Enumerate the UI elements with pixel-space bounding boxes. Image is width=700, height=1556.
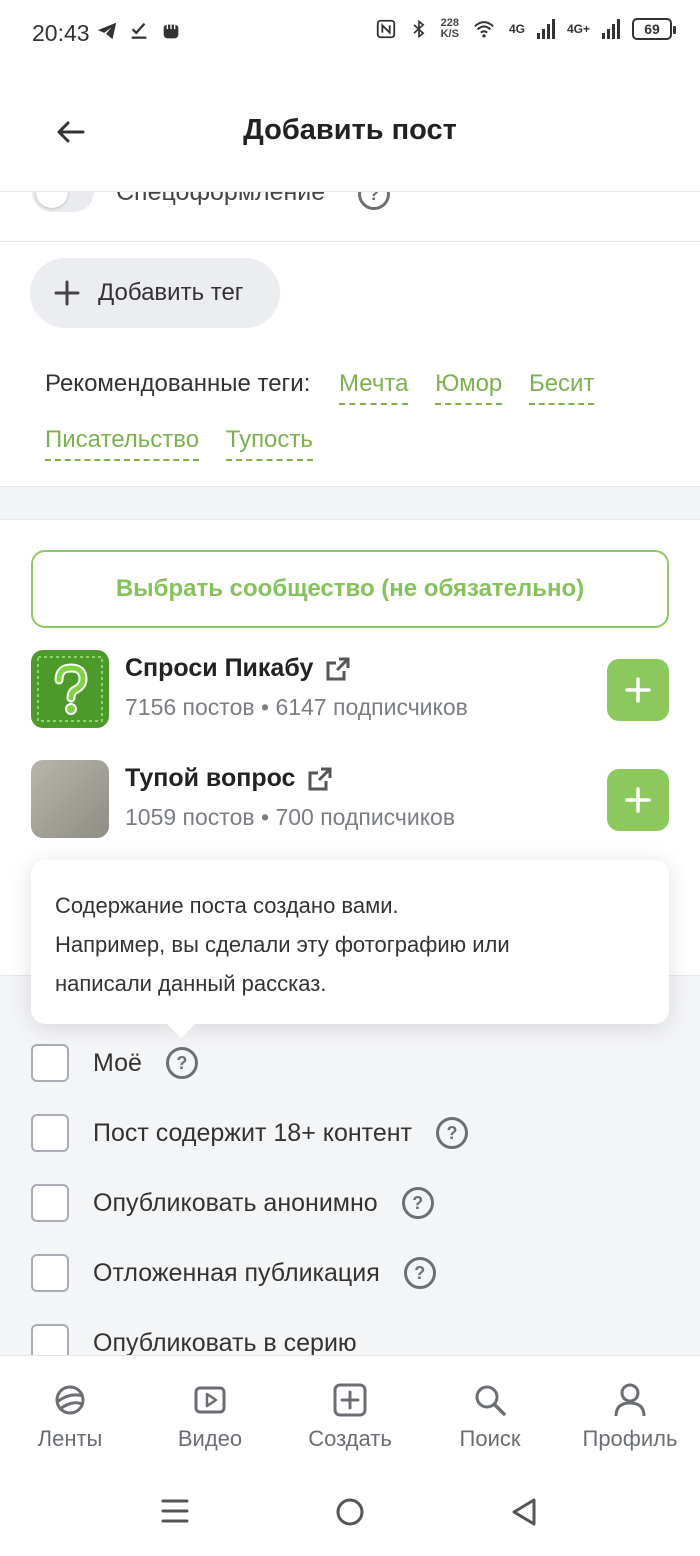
option-label: Моё [93, 1048, 142, 1077]
option-adult-content[interactable]: Пост содержит 18+ контент ? [31, 1114, 468, 1152]
option-scheduled[interactable]: Отложенная публикация ? [31, 1254, 436, 1292]
signal-icon-2 [602, 19, 620, 39]
nfc-icon [376, 19, 395, 39]
feeds-icon [55, 1385, 85, 1415]
nav-search[interactable]: Поиск [420, 1356, 560, 1465]
community-avatar [31, 760, 109, 838]
nav-label: Видео [177, 1426, 243, 1451]
plus-icon [625, 787, 651, 813]
community-add-button[interactable] [607, 769, 669, 831]
help-icon[interactable]: ? [401, 1187, 434, 1219]
post-options: Моё ? Пост содержит 18+ контент ? Опубли… [0, 975, 700, 1362]
tooltip-line: Например, вы сделали эту фотографию или [55, 932, 510, 957]
search-icon [475, 1385, 506, 1416]
community-avatar [31, 650, 109, 728]
community-item[interactable]: Тупой вопрос 1059 постов • 700 подписчик… [31, 760, 669, 840]
system-navigation-bar [0, 1465, 700, 1556]
page-title: Добавить пост [243, 114, 457, 146]
profile-icon [614, 1383, 646, 1417]
external-link-icon[interactable] [307, 766, 333, 792]
recommended-tags-label: Рекомендованные теги: [45, 370, 311, 397]
plus-icon [54, 280, 80, 306]
wifi-icon [474, 21, 494, 38]
network-speed: 228 K/S [440, 17, 459, 40]
choose-community-button[interactable]: Выбрать сообщество (не обязательно) [31, 550, 669, 628]
help-icon[interactable]: ? [403, 1257, 436, 1289]
external-link-icon[interactable] [325, 656, 351, 682]
home-icon[interactable] [335, 1497, 365, 1527]
nav-label: Создать [308, 1426, 392, 1451]
recommended-tags: Рекомендованные теги: Мечта Юмор Бесит П… [45, 356, 665, 468]
nav-create[interactable]: Создать [280, 1356, 420, 1465]
bluetooth-icon [413, 19, 425, 39]
tag-annoying[interactable]: Бесит [528, 369, 595, 405]
nav-profile[interactable]: Профиль [560, 1356, 700, 1465]
option-label: Пост содержит 18+ контент [93, 1118, 412, 1147]
tag-stupidity[interactable]: Тупость [225, 425, 313, 461]
help-icon[interactable]: ? [436, 1117, 468, 1149]
video-icon [194, 1386, 226, 1414]
create-icon [333, 1383, 367, 1417]
nav-label: Профиль [582, 1426, 678, 1451]
tag-humor[interactable]: Юмор [435, 369, 503, 405]
community-meta: 1059 постов • 700 подписчиков [125, 804, 456, 830]
signal-icon [536, 19, 555, 39]
nav-video[interactable]: Видео [140, 1356, 280, 1465]
telegram-icon [97, 22, 117, 40]
community-add-button[interactable] [607, 659, 669, 721]
tooltip-mine-explanation: Содержание поста создано вами. Например,… [31, 860, 669, 1038]
community-name: Тупой вопрос [125, 764, 333, 793]
menu-icon[interactable] [160, 1497, 190, 1525]
plus-icon [625, 677, 651, 703]
status-time: 20:43 [32, 20, 90, 46]
help-icon[interactable]: ? [165, 1047, 198, 1079]
option-anonymous[interactable]: Опубликовать анонимно ? [31, 1184, 434, 1222]
tag-dream[interactable]: Мечта [339, 369, 409, 405]
status-bar: 20:43 228 K/S 4G 4G+ 69 [0, 0, 700, 72]
community-item[interactable]: Спроси Пикабу 7156 постов • 6147 подписч… [31, 650, 669, 730]
add-tag-button[interactable]: Добавить тег [30, 258, 280, 328]
community-name: Спроси Пикабу [125, 654, 351, 683]
network-type-1: 4G [508, 22, 525, 36]
nav-label: Ленты [37, 1426, 103, 1451]
add-tag-label: Добавить тег [98, 279, 244, 306]
tag-writing[interactable]: Писательство [45, 425, 200, 461]
checkbox[interactable] [31, 1114, 69, 1152]
option-label: Отложенная публикация [93, 1258, 380, 1287]
option-label: Опубликовать в серию [93, 1328, 357, 1357]
tooltip-line: написали данный рассказ. [55, 971, 327, 996]
question-mark-logo-icon [37, 656, 103, 722]
tooltip-line: Содержание поста создано вами. [55, 893, 399, 918]
section-separator [0, 486, 700, 520]
option-label: Опубликовать анонимно [93, 1188, 378, 1217]
status-system-icons: 228 K/S 4G 4G+ 69 [375, 17, 676, 40]
checkbox[interactable] [31, 1184, 69, 1222]
back-triangle-icon[interactable] [510, 1497, 538, 1527]
bottom-navigation: Ленты Видео Создать Поиск Профиль [0, 1355, 700, 1465]
nav-label: Поиск [459, 1426, 521, 1451]
status-notification-icons [96, 20, 182, 42]
nav-feeds[interactable]: Ленты [0, 1356, 140, 1465]
network-type-2: 4G+ [566, 22, 590, 36]
checkbox[interactable] [31, 1044, 69, 1082]
fist-icon [163, 24, 179, 39]
check-download-icon [131, 22, 147, 39]
community-meta: 7156 постов • 6147 подписчиков [125, 694, 468, 720]
app-header: Добавить пост [0, 72, 700, 192]
option-mine[interactable]: Моё ? [31, 1044, 198, 1082]
battery-indicator: 69 [632, 18, 676, 40]
checkbox[interactable] [31, 1254, 69, 1292]
